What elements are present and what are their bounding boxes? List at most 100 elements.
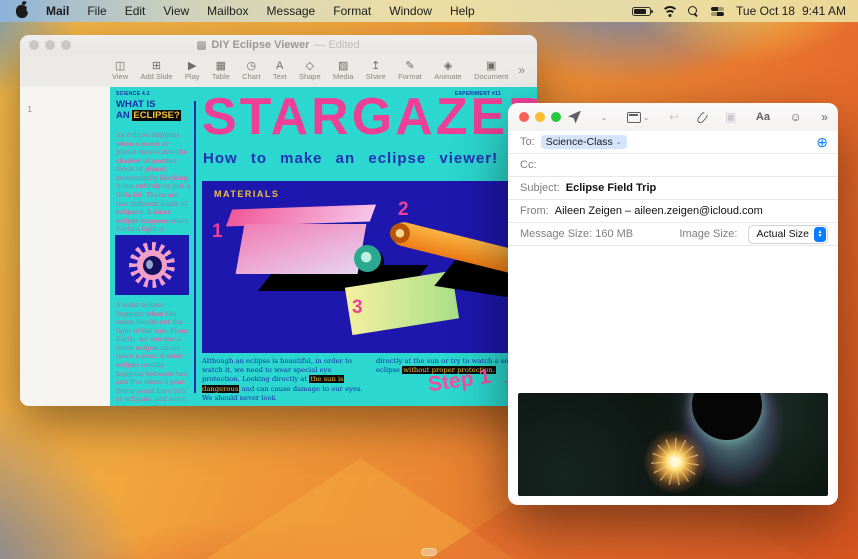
slide-title: STARGAZER <box>202 88 537 146</box>
view-icon: ◫ <box>114 59 126 72</box>
toolbar-table-button[interactable]: ▦ Table <box>212 60 230 81</box>
size-row: Message Size: 160 MB Image Size: Actual … <box>508 223 838 246</box>
toolbar-overflow-button[interactable]: » <box>821 110 828 124</box>
send-button[interactable] <box>568 110 581 124</box>
toolbar-add-slide-button[interactable]: ⊞ Add Slide <box>140 60 172 81</box>
toolbar-label: Shape <box>298 71 321 81</box>
toolbar-text-button[interactable]: A Text <box>273 60 287 81</box>
date-text: Tue Oct 18 <box>736 4 795 18</box>
attach-button[interactable] <box>695 109 709 125</box>
header-fields-icon <box>626 111 641 123</box>
toolbar-view-button[interactable]: ◫ View <box>112 60 128 81</box>
battery-icon[interactable] <box>632 6 654 16</box>
share-icon: ↥ <box>371 59 381 72</box>
slide-column-divider <box>194 101 196 393</box>
heading-highlight: ECLIPSE? <box>132 110 181 121</box>
toolbar-label: Add Slide <box>140 71 173 81</box>
keynote-window-controls <box>29 39 71 50</box>
toolbar-overflow-button[interactable]: » <box>518 63 525 77</box>
slide-paragraph-solar: A solar eclipse happens when the moon bl… <box>116 301 189 406</box>
tape-illustration <box>354 245 381 272</box>
toolbar-label: Share <box>365 71 386 81</box>
menu-mailbox[interactable]: Mailbox <box>198 0 257 22</box>
menu-edit[interactable]: Edit <box>116 0 155 22</box>
toolbar-label: Table <box>211 71 230 81</box>
emoji-button[interactable]: ☺ <box>789 110 801 124</box>
slide-canvas[interactable]: SCIENCE 4.2 EXPERIMENT #11 WHAT IS AN EC… <box>110 87 537 406</box>
mail-header-fields: To: Science-Class ⌄ ⊕ Cc: Subject: Eclips… <box>508 131 838 246</box>
minimize-button[interactable] <box>535 112 545 122</box>
caution-text-column1: Although an eclipse is beautiful, in ord… <box>202 357 363 402</box>
play-icon: ▶ <box>187 59 197 72</box>
menu-window[interactable]: Window <box>380 0 441 22</box>
format-icon: ✎ <box>405 59 415 72</box>
wifi-icon[interactable] <box>663 6 676 17</box>
animate-icon: ◈ <box>443 59 453 72</box>
toolbar-share-button[interactable]: ↥ Share <box>366 60 386 81</box>
send-options-chevron[interactable]: ⌄ <box>601 113 608 122</box>
toolbar-play-button[interactable]: ▶ Play <box>185 60 200 81</box>
zoom-button[interactable] <box>61 39 71 50</box>
toolbar-media-button[interactable]: ▨ Media <box>333 60 353 81</box>
menu-bar: Mail File Edit View Mailbox Message Format Wind… <box>0 0 858 22</box>
materials-title: MATERIALS <box>214 189 280 199</box>
menu-format[interactable]: Format <box>324 0 380 22</box>
from-field[interactable]: From: Aileen Zeigen – aileen.zeigen@iclo… <box>508 200 838 223</box>
toolbar-label: Animate <box>434 71 462 81</box>
image-size-select[interactable]: Actual Size ▲ ▼ <box>748 224 828 244</box>
minimize-button[interactable] <box>45 39 55 50</box>
toolbar-label: Format <box>398 71 422 81</box>
header-fields-button[interactable]: ⌄ <box>626 111 649 123</box>
chevron-down-icon: ⌄ <box>615 139 622 146</box>
toolbar-label: Chart <box>242 71 261 81</box>
slide-number: 1 <box>27 105 32 114</box>
toolbar-label: Media <box>332 71 354 81</box>
format-button[interactable]: Aa <box>756 111 770 123</box>
mail-toolbar[interactable]: ⌄ ⌄ ↩ ▣ Aa ☺ » <box>508 103 838 131</box>
menu-help[interactable]: Help <box>441 0 484 22</box>
keynote-titlebar[interactable]: DIY Eclipse Viewer — Edited <box>20 35 537 55</box>
mail-compose-window: ⌄ ⌄ ↩ ▣ Aa ☺ » To: Science-Class⌄ ⊕ Cc: <box>508 103 838 505</box>
cc-field[interactable]: Cc: <box>508 154 838 177</box>
menu-file[interactable]: File <box>78 0 115 22</box>
toolbar-shape-button[interactable]: ◇ Shape <box>299 60 321 81</box>
stepper-icon: ▲ ▼ <box>814 226 826 242</box>
reply-button: ↩ <box>668 110 680 124</box>
close-button[interactable] <box>519 112 529 122</box>
from-value: Aileen Zeigen – aileen.zeigen@icloud.com <box>554 205 763 217</box>
zoom-button[interactable] <box>551 112 561 122</box>
shape-icon: ◇ <box>305 59 315 72</box>
subject-field[interactable]: Subject: Eclipse Field Trip <box>508 177 838 200</box>
sun-illustration-box <box>115 235 189 295</box>
keynote-window: DIY Eclipse Viewer — Edited ◫ View ⊞ Add Sl… <box>20 35 537 406</box>
close-button[interactable] <box>29 39 39 50</box>
menu-mail[interactable]: Mail <box>37 0 78 22</box>
slide-science-tag: SCIENCE 4.2 <box>116 91 150 97</box>
slide-paragraph-eclipse: An eclipse happens when a moon or planet… <box>116 131 191 242</box>
toolbar-animate-button[interactable]: ◈ Animate <box>434 60 462 81</box>
document-icon: ▣ <box>485 59 497 72</box>
toolbar-document-button[interactable]: ▣ Document <box>474 60 508 81</box>
subject-label: Subject: <box>520 182 560 194</box>
eclipse-photo-attachment[interactable] <box>518 393 828 496</box>
toolbar-label: View <box>112 71 129 81</box>
menu-message[interactable]: Message <box>258 0 325 22</box>
recipient-token[interactable]: Science-Class ⌄ <box>540 135 627 149</box>
menu-bar-clock[interactable]: Tue Oct 18 9:41 AM <box>736 4 846 18</box>
toolbar-chart-button[interactable]: ◷ Chart <box>242 60 260 81</box>
apple-menu-icon[interactable] <box>16 4 28 18</box>
eclipse-flare <box>642 429 707 494</box>
add-recipient-button[interactable]: ⊕ <box>816 135 828 149</box>
menu-view[interactable]: View <box>154 0 198 22</box>
to-field[interactable]: To: Science-Class ⌄ ⊕ <box>508 131 838 154</box>
toolbar-format-button[interactable]: ✎ Format <box>398 60 422 81</box>
slide-nav-row: 1 <box>20 92 110 114</box>
shoebox-illustration <box>235 224 367 274</box>
slide-heading: WHAT IS AN ECLIPSE? <box>116 99 181 121</box>
spotlight-search-icon[interactable] <box>688 5 699 17</box>
sun-icon <box>129 242 175 288</box>
slide-subtitle: How to make an eclipse viewer! <box>203 150 499 167</box>
chart-icon: ◷ <box>246 59 257 72</box>
control-center-icon[interactable] <box>711 6 725 16</box>
keynote-window-title: DIY Eclipse Viewer — Edited <box>197 39 360 51</box>
